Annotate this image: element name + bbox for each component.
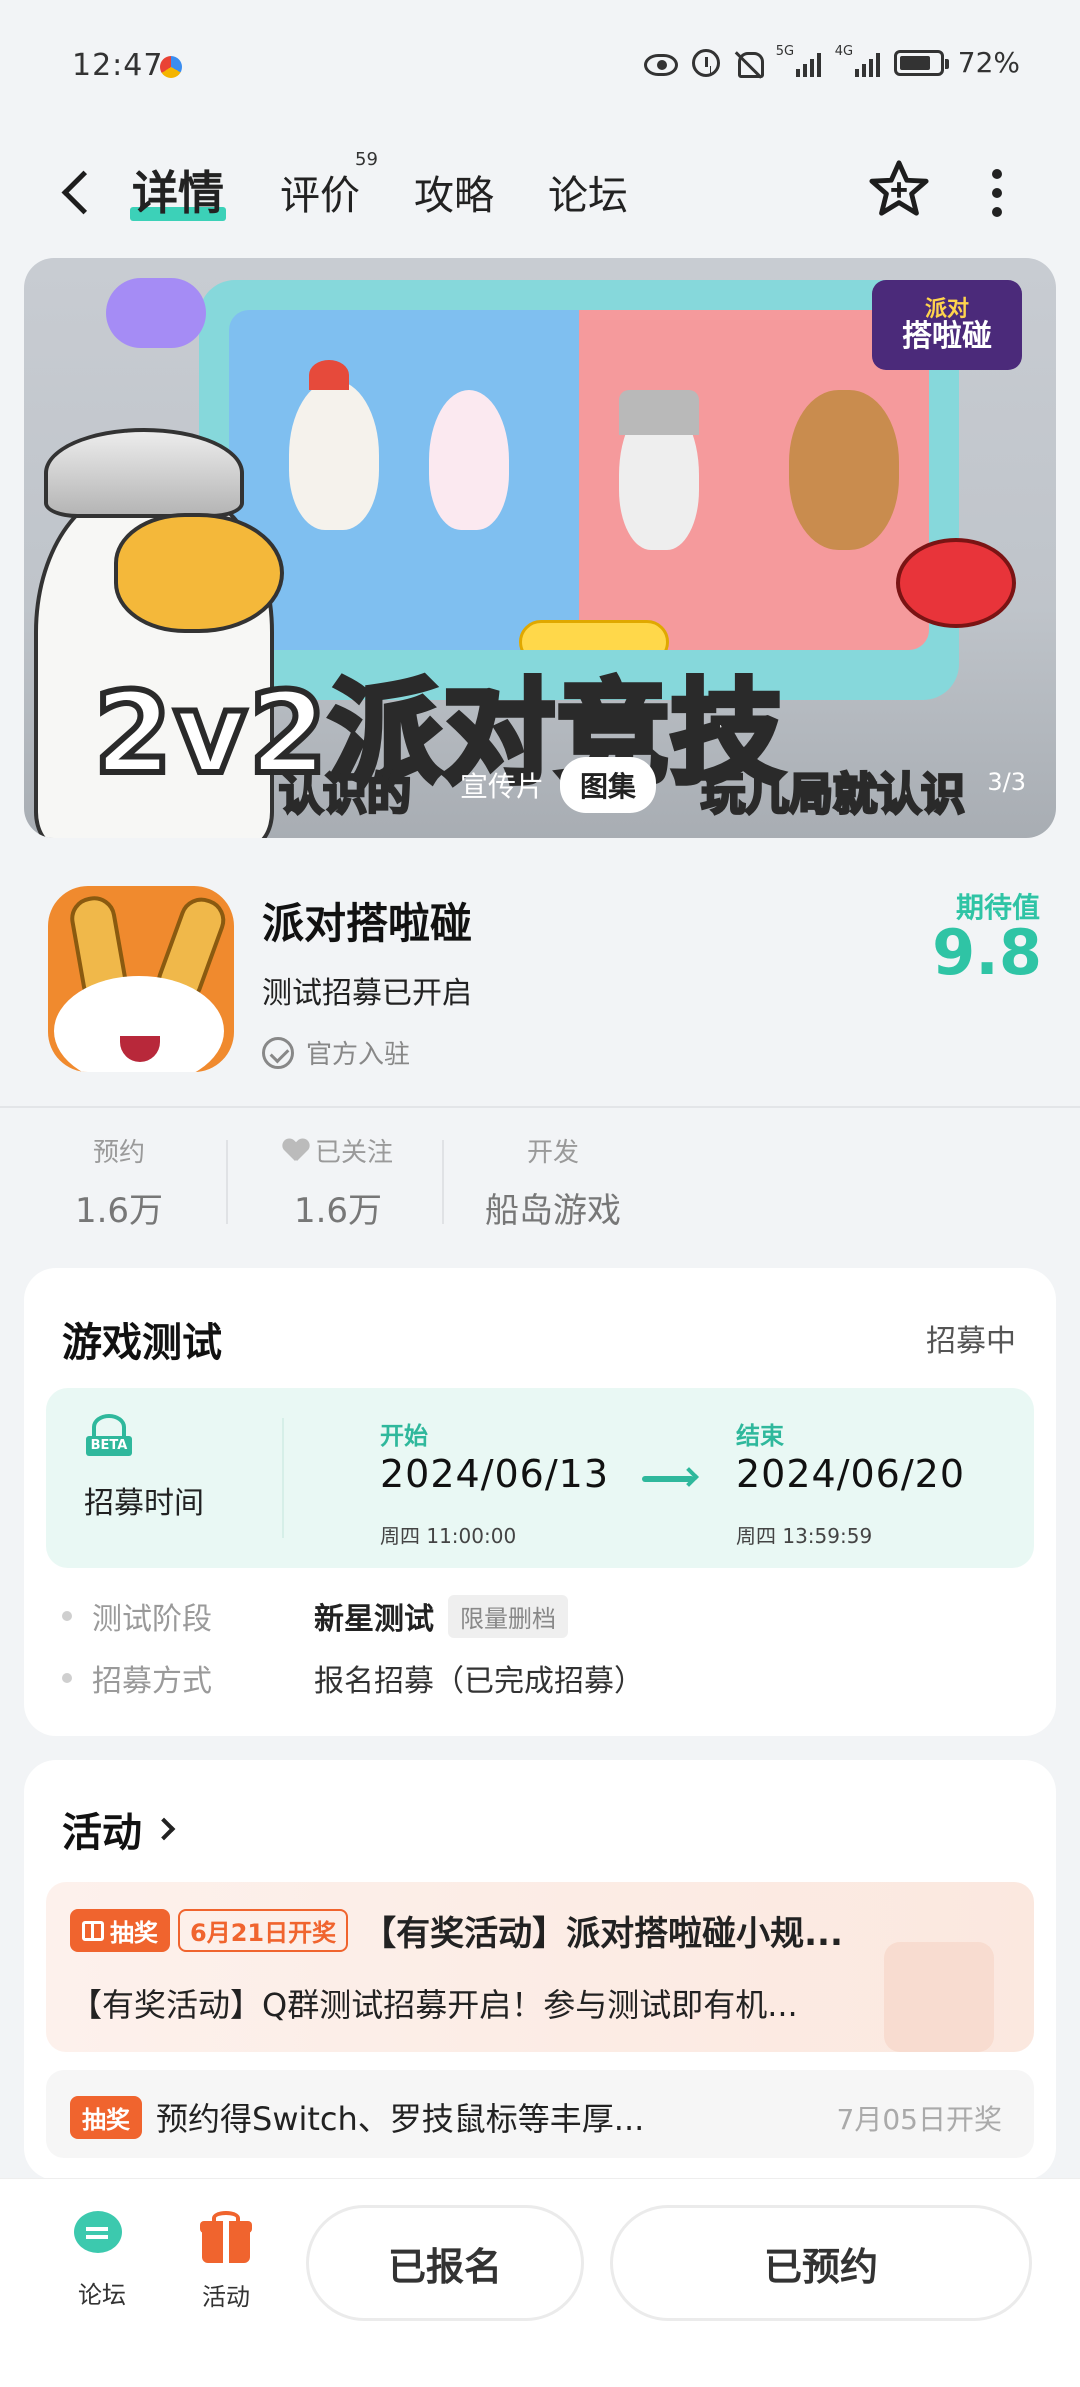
- page-indicator: 3/3: [987, 768, 1026, 796]
- media-tab-video[interactable]: 宣传片: [444, 759, 560, 811]
- stat-developer[interactable]: 开发 船岛游戏: [468, 1132, 638, 1232]
- signed-up-button[interactable]: 已报名: [306, 2205, 584, 2321]
- test-stage-row: 测试阶段 新星测试 限量删档: [62, 1594, 568, 1638]
- end-label: 结束: [736, 1422, 784, 1450]
- gamepad-icon: [106, 278, 206, 348]
- divider: [0, 1106, 1080, 1108]
- start-label: 开始: [380, 1422, 428, 1450]
- reserved-button[interactable]: 已预约: [610, 2205, 1032, 2321]
- boxing-glove-art: [896, 538, 1016, 628]
- notification-app-icon: [160, 56, 182, 78]
- eye-icon: [643, 53, 678, 76]
- media-banner[interactable]: 派对 搭啦碰 2v2派对竞技 认识的 玩几局就认识 宣传片 图集 3/3: [24, 258, 1056, 838]
- chevron-right-icon: [152, 1817, 176, 1841]
- status-bar: 12:47 5G 4G 72%: [0, 0, 1080, 135]
- gift-icon: [82, 1920, 104, 1941]
- check-circle-icon: [262, 1036, 294, 1069]
- tab-guides[interactable]: 攻略: [414, 163, 494, 221]
- activity-item[interactable]: 抽奖 6月21日开奖 【有奖活动】派对搭啦碰小规... 【有奖活动】Q群测试招募…: [46, 1882, 1034, 2052]
- media-tabs: 宣传片 图集: [444, 757, 657, 813]
- end-date: 2024/06/20: [736, 1452, 966, 1496]
- signal-4g-icon: 4G: [835, 44, 880, 77]
- recruit-time-label: 招募时间: [84, 1486, 204, 1521]
- activity-card: 活动 抽奖 6月21日开奖 【有奖活动】派对搭啦碰小规... 【有奖活动】Q群测…: [24, 1760, 1056, 2180]
- tab-details[interactable]: 详情: [130, 157, 226, 223]
- game-logo: 派对 搭啦碰: [872, 280, 1022, 370]
- start-date: 2024/06/13: [380, 1452, 610, 1496]
- battery-icon: [893, 49, 949, 76]
- media-tab-gallery[interactable]: 图集: [560, 757, 657, 813]
- recruit-status: 招募中: [926, 1324, 1016, 1359]
- back-arrow-icon[interactable]: [56, 167, 96, 219]
- top-nav: 详情 评价 59 攻略 论坛: [0, 135, 1080, 255]
- game-test-card: 游戏测试 招募中 BETA 招募时间 开始 2024/06/13 周四 11:0…: [24, 1268, 1056, 1736]
- draw-date: 7月05日开奖: [836, 2103, 1002, 2136]
- recruit-period: BETA 招募时间 开始 2024/06/13 周四 11:00:00 结束 2…: [46, 1388, 1034, 1568]
- banner-lobby: [229, 310, 929, 650]
- official-badge: 官方入驻: [262, 1034, 410, 1071]
- chat-bubble-icon: [74, 2211, 130, 2261]
- tab-reviews[interactable]: 评价: [280, 163, 360, 221]
- recruit-method-row: 招募方式 报名招募（已完成招募）: [62, 1656, 644, 1700]
- bottom-action-bar: 论坛 活动 已报名 已预约: [0, 2178, 1080, 2387]
- stat-separator: [442, 1140, 444, 1224]
- activity-description: 【有奖活动】Q群测试招募开启！参与测试即有机...: [70, 1986, 798, 2024]
- gift-watermark-icon: [884, 1942, 994, 2052]
- card-title: 游戏测试: [62, 1320, 222, 1366]
- draw-date-chip: 6月21日开奖: [178, 1909, 349, 1952]
- app-name: 派对搭啦碰: [262, 899, 473, 948]
- activity-title: 预约得Switch、罗技鼠标等丰厚...: [156, 2100, 645, 2138]
- star-plus-icon[interactable]: [868, 157, 930, 219]
- forum-button[interactable]: 论坛: [52, 2211, 152, 2310]
- gift-icon: [200, 2211, 252, 2263]
- stat-reservations: 预约 1.6万: [74, 1138, 164, 1231]
- app-icon: [48, 886, 234, 1072]
- activity-item[interactable]: 抽奖 预约得Switch、罗技鼠标等丰厚... 7月05日开奖: [46, 2070, 1034, 2158]
- tab-forum[interactable]: 论坛: [548, 163, 628, 221]
- banner-game-screen: [199, 280, 959, 700]
- box-separator: [282, 1418, 284, 1538]
- heart-icon: [283, 1139, 309, 1163]
- reviews-count-badge: 59: [355, 149, 378, 170]
- battery-percent: 72%: [957, 46, 1020, 79]
- signal-5g-icon: 5G: [776, 44, 821, 77]
- start-time: 周四 11:00:00: [380, 1524, 517, 1548]
- status-time: 12:47: [72, 48, 164, 83]
- activity-button[interactable]: 活动: [176, 2211, 276, 2312]
- activity-header[interactable]: 活动: [62, 1800, 176, 1858]
- test-type-chip: 限量删档: [448, 1594, 568, 1638]
- stat-followers: 已关注 1.6万: [268, 1132, 408, 1232]
- lottery-tag: 抽奖: [70, 2095, 142, 2139]
- more-vertical-icon[interactable]: [990, 169, 1004, 217]
- mute-bell-icon: [734, 49, 764, 78]
- lottery-tag: 抽奖: [70, 1909, 170, 1952]
- end-time: 周四 13:59:59: [736, 1524, 873, 1548]
- capybara-character: [789, 390, 899, 550]
- activity-title: 【有奖活动】派对搭啦碰小规...: [362, 1914, 843, 1954]
- bunny-character: [429, 390, 509, 530]
- beta-clock-icon: BETA: [86, 1414, 132, 1460]
- alarm-icon: [691, 48, 720, 77]
- arrow-right-icon: [642, 1476, 694, 1482]
- duck-character: [619, 390, 699, 550]
- app-subtitle: 测试招募已开启: [262, 976, 472, 1011]
- expectation-score: 9.8: [932, 916, 1042, 989]
- stat-separator: [226, 1140, 228, 1224]
- status-icons: 5G 4G 72%: [643, 44, 1020, 79]
